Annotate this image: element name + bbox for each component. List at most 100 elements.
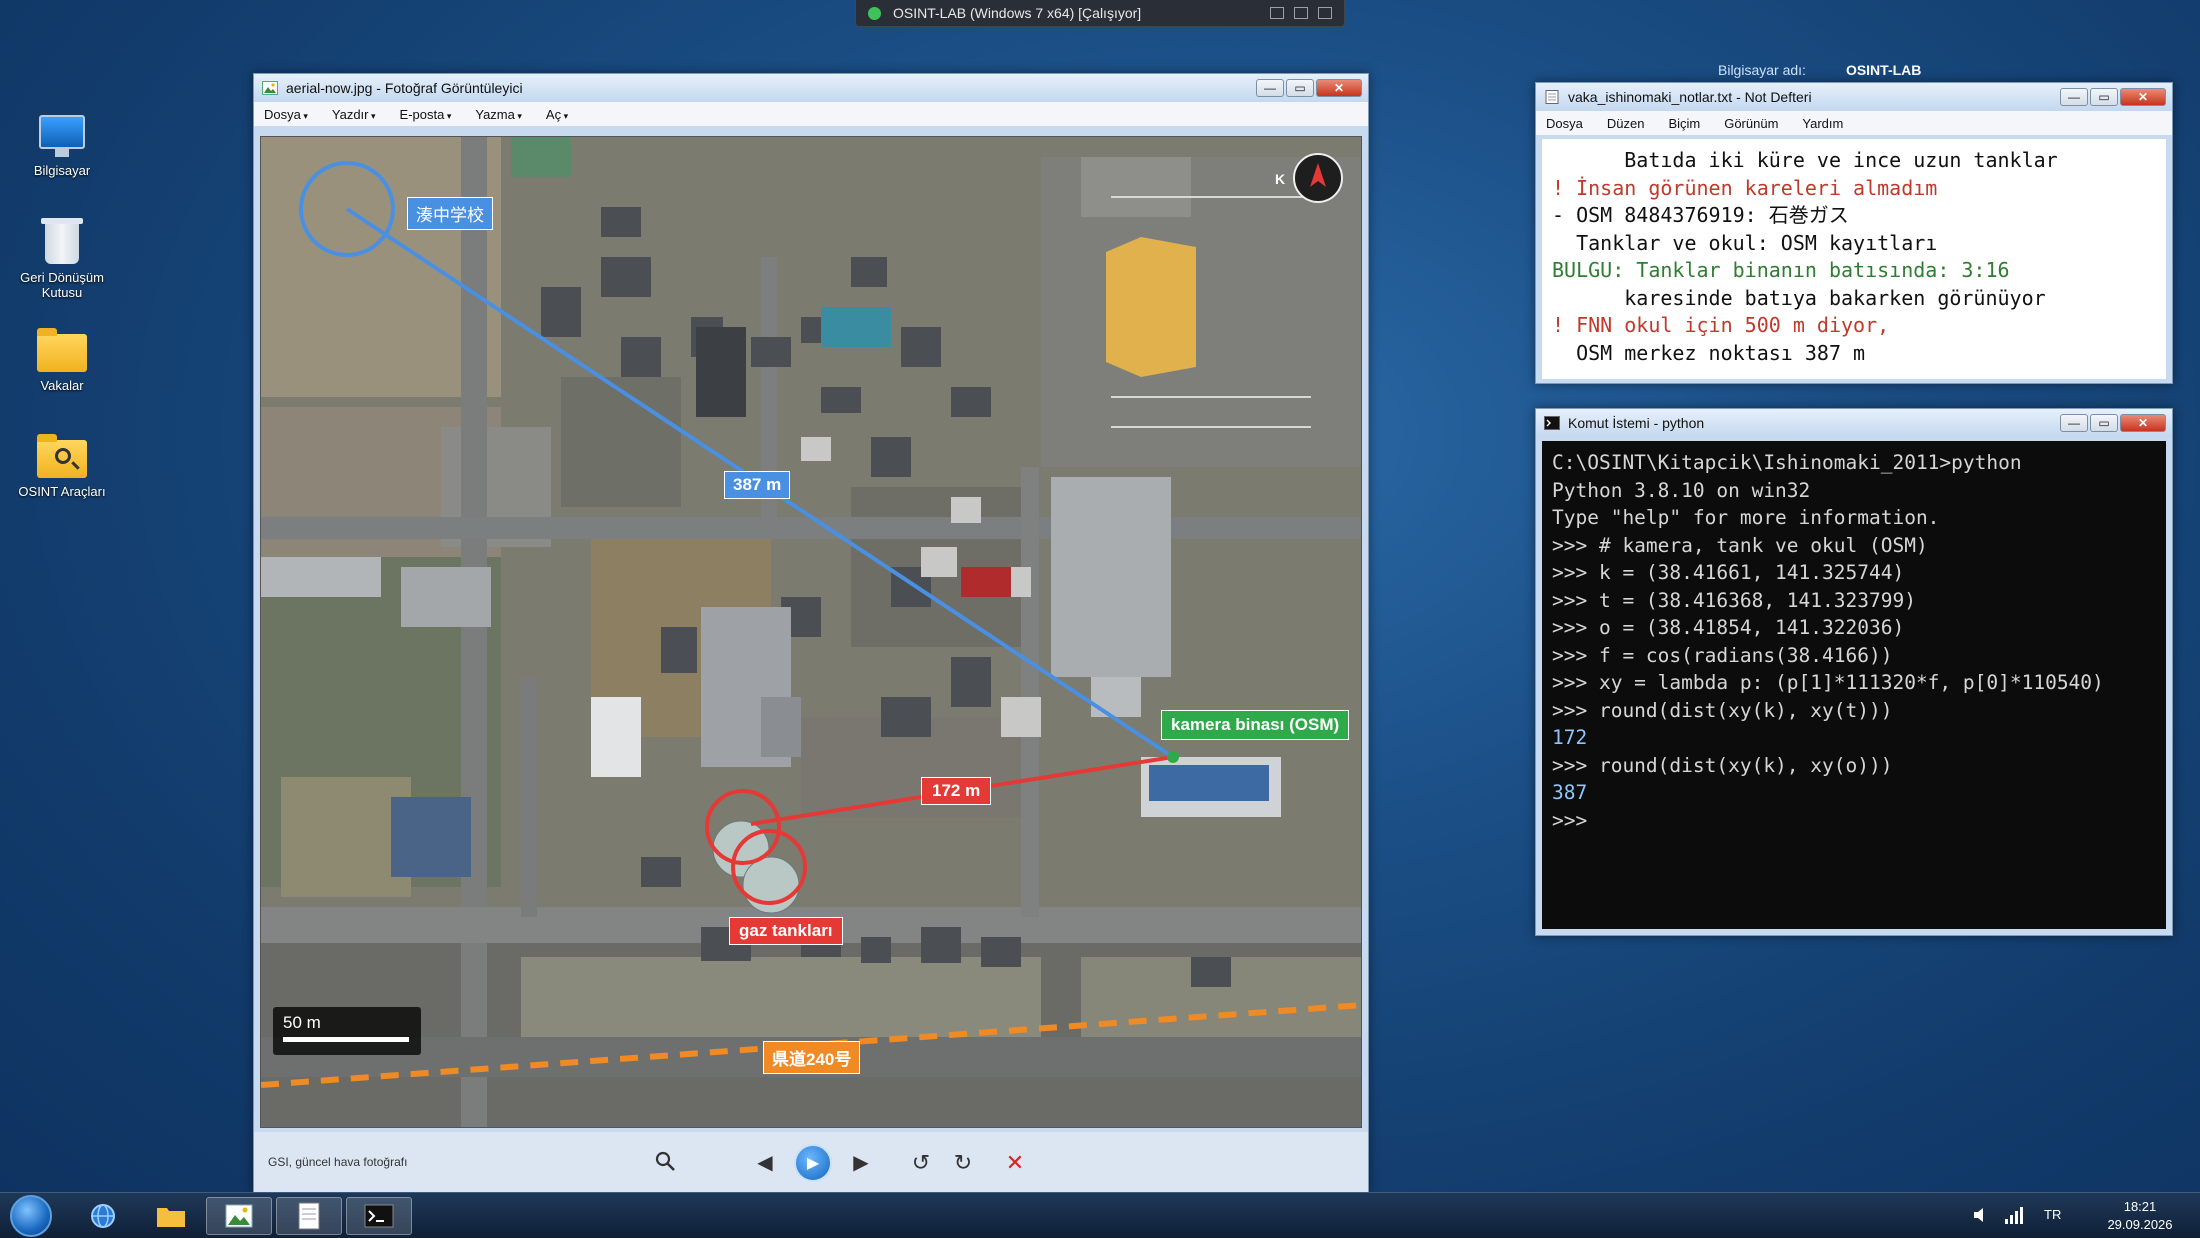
command-prompt-window: Komut İstemi - python — ▭ ✕ C:\OSINT\Kit…	[1535, 408, 2173, 936]
computer-name-readout: Bilgisayar adı: OSINT-LAB	[1718, 62, 1921, 78]
console-line: >>> o = (38.41854, 141.322036)	[1552, 616, 1905, 639]
recycle-bin-icon	[41, 218, 83, 264]
note-line: - OSM 8484376919: 石巻ガス	[1552, 203, 1849, 227]
road-label: 県道240号	[763, 1041, 861, 1074]
menu-dosya[interactable]: Dosya	[264, 107, 308, 122]
next-icon[interactable]: ▶	[846, 1150, 876, 1175]
folder-icon	[157, 1208, 185, 1227]
notepad-titlebar[interactable]: vaka_ishinomaki_notlar.txt - Not Defteri…	[1536, 83, 2172, 111]
taskbar-photo-viewer[interactable]	[206, 1197, 272, 1235]
maximize-button[interactable]: ▭	[2090, 88, 2118, 106]
camera-building-label: kamera binası (OSM)	[1161, 710, 1350, 740]
globe-icon	[91, 1204, 115, 1228]
note-line: karesinde batıya bakarken görünüyor	[1552, 285, 2046, 310]
menu-yazma[interactable]: Yazma	[475, 107, 522, 122]
terminal-icon	[1544, 416, 1560, 430]
previous-icon[interactable]: ◀	[750, 1150, 780, 1175]
compass	[1293, 153, 1343, 203]
slideshow-play-button[interactable]: ▶	[794, 1144, 832, 1182]
maximize-button[interactable]: ▭	[2090, 414, 2118, 432]
maximize-button[interactable]: ▭	[1286, 79, 1314, 97]
folder-icon	[37, 328, 87, 372]
scale-label: 50 m	[283, 1013, 321, 1032]
school-distance-label: 387 m	[724, 471, 791, 499]
start-button[interactable]	[10, 1195, 52, 1237]
menu-dosya[interactable]: Dosya	[1546, 116, 1583, 131]
console-output: 387	[1552, 781, 1588, 804]
desktop-icon-vakalar[interactable]: Vakalar	[7, 328, 117, 393]
console-output: 172	[1552, 726, 1588, 749]
vm-minimize-icon[interactable]	[1270, 7, 1284, 19]
vm-title: OSINT-LAB (Windows 7 x64) [Çalışıyor]	[893, 5, 1142, 21]
note-line: BULGU: Tanklar binanın batısında: 3:16	[1552, 258, 2010, 282]
console-line: Type "help" for more information.	[1552, 506, 1940, 529]
cmd-titlebar[interactable]: Komut İstemi - python — ▭ ✕	[1536, 409, 2172, 437]
console-line: >>> f = cos(radians(38.4166))	[1552, 643, 1893, 667]
photo-viewer-titlebar[interactable]: aerial-now.jpg - Fotoğraf Görüntüleyici …	[254, 74, 1368, 102]
computer-name-value: OSINT-LAB	[1845, 62, 1922, 78]
notepad-icon	[298, 1202, 320, 1230]
taskbar-explorer[interactable]	[138, 1197, 204, 1235]
close-button[interactable]: ✕	[2120, 88, 2166, 106]
notepad-icon	[1545, 90, 1559, 104]
menu-duzen[interactable]: Düzen	[1607, 116, 1645, 131]
notepad-window: vaka_ishinomaki_notlar.txt - Not Defteri…	[1535, 82, 2173, 384]
delete-icon[interactable]: ✕	[1000, 1150, 1030, 1176]
language-indicator[interactable]: TR	[2044, 1207, 2061, 1222]
rotate-right-icon[interactable]: ↻	[948, 1150, 978, 1176]
minimize-button[interactable]: —	[2060, 88, 2088, 106]
taskbar: TR 18:21 29.09.2026	[0, 1192, 2200, 1238]
note-line: Tanklar ve okul: OSM kayıtları	[1552, 230, 1938, 255]
rotate-left-icon[interactable]: ↺	[906, 1150, 936, 1176]
note-line: ! FNN okul için 500 m diyor,	[1552, 313, 1890, 337]
menu-yazdir[interactable]: Yazdır	[332, 107, 376, 122]
taskbar-browser[interactable]	[70, 1197, 136, 1235]
gas-tanks-label: gaz tankları	[729, 917, 843, 945]
console-line: >>> round(dist(xy(k), xy(t)))	[1552, 698, 1893, 722]
clock[interactable]: 18:21 29.09.2026	[2090, 1198, 2190, 1234]
taskbar-cmd[interactable]	[346, 1197, 412, 1235]
console-line: Python 3.8.10 on win32	[1552, 478, 1811, 502]
image-icon	[262, 81, 278, 95]
desktop-icon-label: Geri Dönüşüm Kutusu	[20, 270, 104, 300]
minimize-button[interactable]: —	[1256, 79, 1284, 97]
console-line: >>> k = (38.41661, 141.325744)	[1552, 561, 1905, 584]
desktop-icon-recycle-bin[interactable]: Geri Dönüşüm Kutusu	[7, 218, 117, 300]
notepad-text-area[interactable]: Batıda iki küre ve ince uzun tanklar ! İn…	[1542, 139, 2166, 379]
aerial-photo-map	[261, 137, 1361, 1127]
minimize-button[interactable]: —	[2060, 414, 2088, 432]
zoom-icon[interactable]	[650, 1150, 680, 1178]
close-button[interactable]: ✕	[2120, 414, 2166, 432]
folder-search-icon	[37, 434, 87, 478]
menu-eposta[interactable]: E-posta	[400, 107, 452, 122]
notepad-title: vaka_ishinomaki_notlar.txt - Not Defteri	[1568, 89, 1812, 105]
north-arrow-icon	[1310, 163, 1326, 187]
aerial-photo[interactable]: 湊中学校 387 m kamera binası (OSM) 172 m gaz…	[260, 136, 1362, 1128]
menu-yardim[interactable]: Yardım	[1802, 116, 1843, 131]
console-line: >>> # kamera, tank ve okul (OSM)	[1552, 533, 1928, 557]
computer-name-label: Bilgisayar adı:	[1718, 62, 1806, 78]
network-icon[interactable]	[2004, 1205, 2026, 1228]
photo-viewer-controls: GSI, güncel hava fotoğrafı ◀ ▶ ▶ ↺ ↻ ✕	[254, 1132, 1368, 1192]
clock-time: 18:21	[2123, 1199, 2157, 1214]
menu-bicim[interactable]: Biçim	[1668, 116, 1700, 131]
console-line: >>> xy = lambda p: (p[1]*111320*f, p[0]*…	[1552, 671, 2104, 694]
volume-icon[interactable]	[1972, 1205, 1992, 1228]
desktop-icon-computer[interactable]: Bilgisayar	[7, 115, 117, 178]
menu-ac[interactable]: Aç	[546, 107, 568, 122]
cmd-console[interactable]: C:\OSINT\Kitapcik\Ishinomaki_2011>python…	[1542, 441, 2166, 929]
note-line: OSM merkez noktası 387 m	[1552, 340, 1866, 365]
vm-fullscreen-icon[interactable]	[1318, 7, 1332, 19]
taskbar-notepad[interactable]	[276, 1197, 342, 1235]
notepad-menubar: Dosya Düzen Biçim Görünüm Yardım	[1536, 111, 2172, 135]
vm-restore-icon[interactable]	[1294, 7, 1308, 19]
desktop-icon-label: Bilgisayar	[33, 163, 91, 178]
school-label: 湊中学校	[407, 197, 493, 230]
window-title: aerial-now.jpg - Fotoğraf Görüntüleyici	[286, 80, 523, 96]
photo-viewer-window: aerial-now.jpg - Fotoğraf Görüntüleyici …	[253, 73, 1369, 1193]
menu-gorunum[interactable]: Görünüm	[1724, 116, 1778, 131]
image-icon	[225, 1204, 253, 1228]
desktop-icon-osint-tools[interactable]: OSINT Araçları	[7, 434, 117, 499]
close-button[interactable]: ✕	[1316, 79, 1362, 97]
desktop-icon-label: Vakalar	[40, 378, 84, 393]
